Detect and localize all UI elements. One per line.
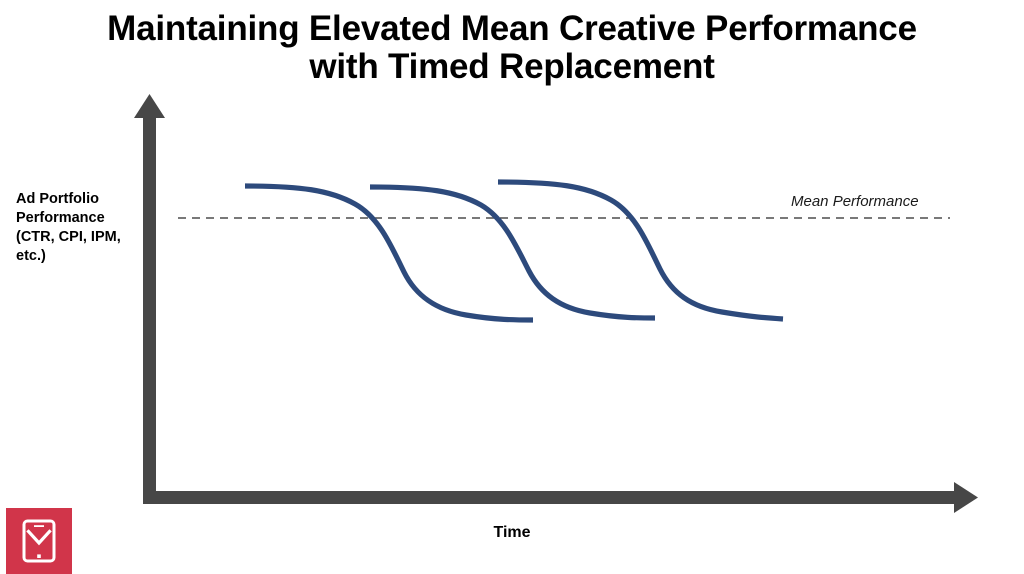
slide-canvas: Maintaining Elevated Mean Creative Perfo…: [0, 0, 1024, 574]
x-axis-label: Time: [493, 524, 531, 541]
x-axis: [143, 482, 978, 513]
decay-curve-1: [244, 183, 534, 323]
chart-graphic: [134, 94, 978, 513]
phone-chevron-icon: [22, 519, 56, 563]
y-axis-label-line-3: (CTR, CPI, IPM,: [16, 228, 121, 245]
y-axis-label-line-2: Performance: [16, 209, 105, 226]
mean-performance-label: Mean Performance: [791, 193, 919, 210]
y-axis-label-line-1: Ad Portfolio: [16, 191, 99, 207]
y-axis-label: Ad Portfolio Performance (CTR, CPI, IPM,…: [16, 190, 148, 265]
brand-logo: [6, 508, 72, 574]
decay-curve-2: [369, 184, 656, 321]
y-axis-label-line-4: etc.): [16, 247, 46, 264]
decay-curve-3: [497, 179, 784, 322]
y-axis: [134, 94, 165, 500]
